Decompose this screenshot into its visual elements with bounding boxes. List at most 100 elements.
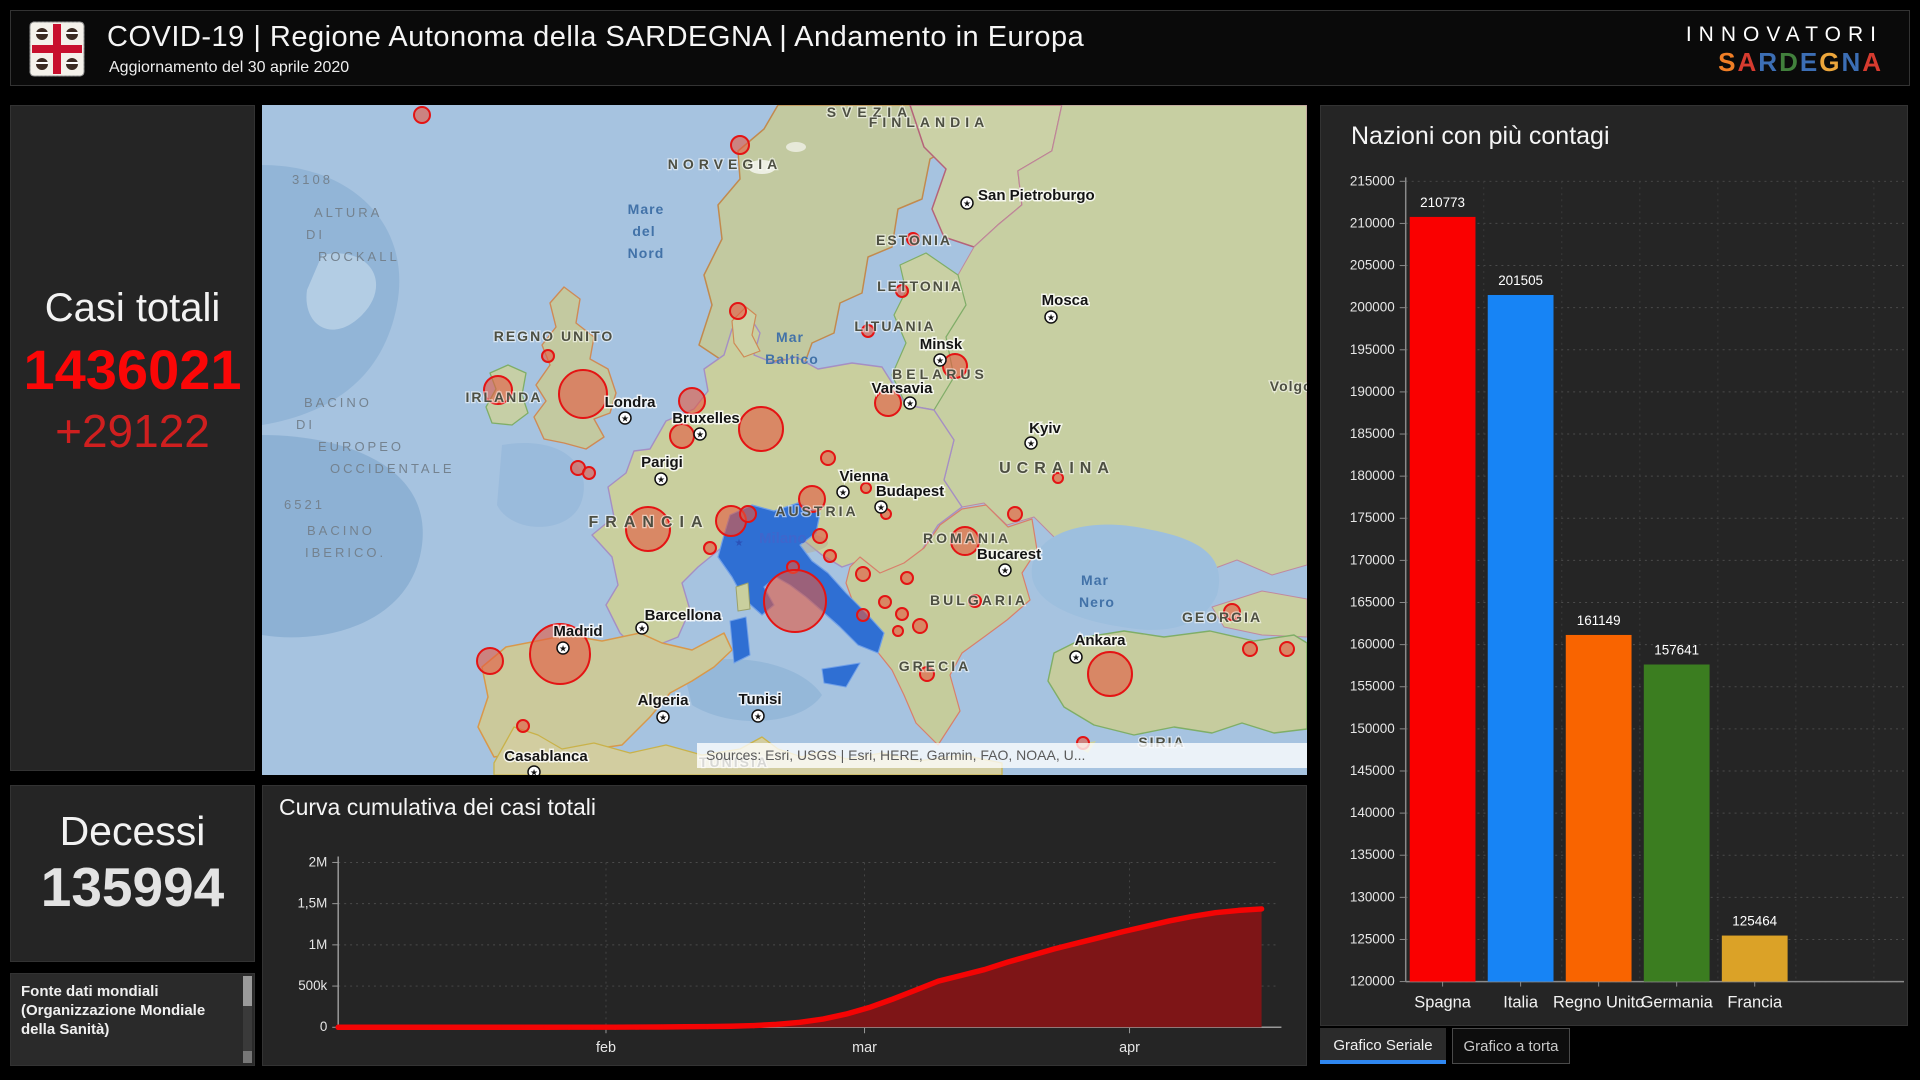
- data-point-marker: [405, 1025, 410, 1030]
- city-label: Minsk: [920, 336, 963, 353]
- bar-italia[interactable]: [1488, 295, 1554, 982]
- data-point-marker: [451, 1025, 456, 1030]
- case-bubble[interactable]: [856, 567, 870, 581]
- y-axis-tick-label: 215000: [1350, 173, 1395, 188]
- city-label: Barcellona: [645, 607, 722, 624]
- tab-grafico-seriale[interactable]: Grafico Seriale: [1320, 1028, 1446, 1064]
- case-bubble[interactable]: [704, 542, 716, 554]
- land-sardinia-selected[interactable]: [730, 617, 750, 663]
- y-axis-tick-label: 150000: [1350, 721, 1395, 736]
- y-axis-tick-label: 500k: [298, 978, 327, 993]
- cumulative-curve-chart[interactable]: 0500k1M1,5M2Mfebmarapr: [263, 786, 1306, 1065]
- bathymetry-label: ALTURA: [314, 205, 382, 220]
- y-axis-tick-label: 190000: [1350, 384, 1395, 399]
- data-point-marker: [728, 1024, 733, 1029]
- case-bubble[interactable]: [879, 596, 891, 608]
- case-bubble[interactable]: [414, 107, 430, 123]
- data-point-marker: [382, 1025, 387, 1030]
- case-bubble[interactable]: [583, 467, 595, 479]
- sea-label: Baltico: [765, 351, 819, 367]
- case-bubble[interactable]: [477, 648, 503, 674]
- case-bubble[interactable]: [517, 720, 529, 732]
- bar-value-label: 210773: [1420, 195, 1465, 210]
- case-bubble[interactable]: [913, 619, 927, 633]
- bar-regno-unito[interactable]: [1566, 635, 1632, 982]
- bar-spagna[interactable]: [1410, 217, 1476, 982]
- brand-letter: S: [1718, 47, 1737, 77]
- case-bubble[interactable]: [901, 572, 913, 584]
- city-star-glyph: ★: [1001, 566, 1009, 576]
- country-label: GRECIA: [899, 658, 971, 674]
- data-point-marker: [659, 1024, 664, 1029]
- sardegna-flag-logo: [29, 21, 85, 77]
- city-label: Mosca: [1042, 292, 1089, 309]
- y-axis-tick-label: 170000: [1350, 552, 1395, 567]
- data-point-marker: [705, 1024, 710, 1029]
- bar-value-label: 201505: [1498, 273, 1543, 288]
- case-bubble[interactable]: [731, 136, 749, 154]
- brand-letter: A: [1738, 47, 1759, 77]
- city-label: Ankara: [1075, 632, 1127, 649]
- country-label: Volgog: [1270, 378, 1307, 394]
- top-nations-bar-chart[interactable]: 1200001250001300001350001400001450001500…: [1321, 106, 1907, 1025]
- sea-label: Nord: [628, 245, 665, 261]
- case-bubble[interactable]: [542, 350, 554, 362]
- bar-francia[interactable]: [1722, 936, 1788, 982]
- deaths-panel: Decessi 135994: [10, 785, 255, 962]
- city-label: Tunisi: [738, 691, 781, 708]
- case-bubble[interactable]: [740, 506, 756, 522]
- country-label: FINLANDIA: [869, 114, 989, 130]
- case-bubble[interactable]: [1243, 642, 1257, 656]
- y-axis-tick-label: 120000: [1350, 974, 1395, 989]
- case-bubble[interactable]: [893, 626, 903, 636]
- country-label: LITUANIA: [854, 318, 935, 334]
- y-axis-tick-label: 180000: [1350, 468, 1395, 483]
- brand-line2: SARDEGNA: [1686, 47, 1883, 77]
- data-point-marker: [774, 1022, 779, 1027]
- data-point-marker: [797, 1020, 802, 1025]
- case-bubble[interactable]: [813, 529, 827, 543]
- city-label: Parigi: [641, 454, 683, 471]
- bar-value-label: 125464: [1732, 914, 1777, 929]
- bar-value-label: 161149: [1577, 613, 1621, 628]
- country-label: GEORGIA: [1182, 609, 1262, 625]
- bathymetry-label: 6521: [284, 497, 325, 512]
- case-bubble[interactable]: [1008, 507, 1022, 521]
- city-star-glyph: ★: [559, 644, 567, 654]
- city-star-glyph: ★: [754, 712, 762, 722]
- case-bubble[interactable]: [730, 303, 746, 319]
- scrollbar-thumb[interactable]: [243, 976, 252, 1006]
- case-bubble[interactable]: [1088, 652, 1132, 696]
- case-bubble[interactable]: [559, 370, 607, 418]
- tab-grafico-a-torta[interactable]: Grafico a torta: [1452, 1028, 1570, 1064]
- europe-bubble-map[interactable]: SVEZIAFINLANDIANORVEGIAESTONIALETTONIALI…: [262, 105, 1307, 775]
- case-bubble[interactable]: [764, 570, 826, 632]
- innovatori-sardegna-logo: INNOVATORI SARDEGNA: [1686, 23, 1883, 77]
- bar-category-label: Italia: [1503, 993, 1539, 1011]
- country-label: ESTONIA: [876, 232, 952, 248]
- y-axis-tick-label: 2M: [309, 854, 328, 869]
- scrollbar-down-nub[interactable]: [243, 1051, 252, 1063]
- case-bubble[interactable]: [670, 424, 694, 448]
- total-cases-panel: Casi totali 1436021 +29122: [10, 105, 255, 771]
- city-label: Algeria: [638, 692, 690, 709]
- case-bubble[interactable]: [821, 451, 835, 465]
- city-star-glyph: ★: [1027, 439, 1035, 449]
- case-bubble[interactable]: [896, 608, 908, 620]
- y-axis-tick-label: 135000: [1350, 847, 1395, 862]
- bar-germania[interactable]: [1644, 664, 1710, 981]
- scrollbar[interactable]: [243, 976, 252, 1063]
- bar-category-label: Germania: [1641, 993, 1714, 1011]
- city-star-glyph: ★: [696, 430, 704, 440]
- case-bubble[interactable]: [739, 407, 783, 451]
- x-axis-tick-label: apr: [1119, 1040, 1140, 1056]
- dashboard-root: COVID-19 | Regione Autonoma della SARDEG…: [0, 0, 1920, 1080]
- y-axis-tick-label: 205000: [1350, 258, 1395, 273]
- data-point-marker: [613, 1025, 618, 1030]
- city-star-glyph: ★: [621, 414, 629, 424]
- case-bubble[interactable]: [824, 550, 836, 562]
- case-bubble[interactable]: [1280, 642, 1294, 656]
- data-point-marker: [359, 1025, 364, 1030]
- europe-map-panel[interactable]: SVEZIAFINLANDIANORVEGIAESTONIALETTONIALI…: [262, 105, 1307, 775]
- case-bubble[interactable]: [857, 609, 869, 621]
